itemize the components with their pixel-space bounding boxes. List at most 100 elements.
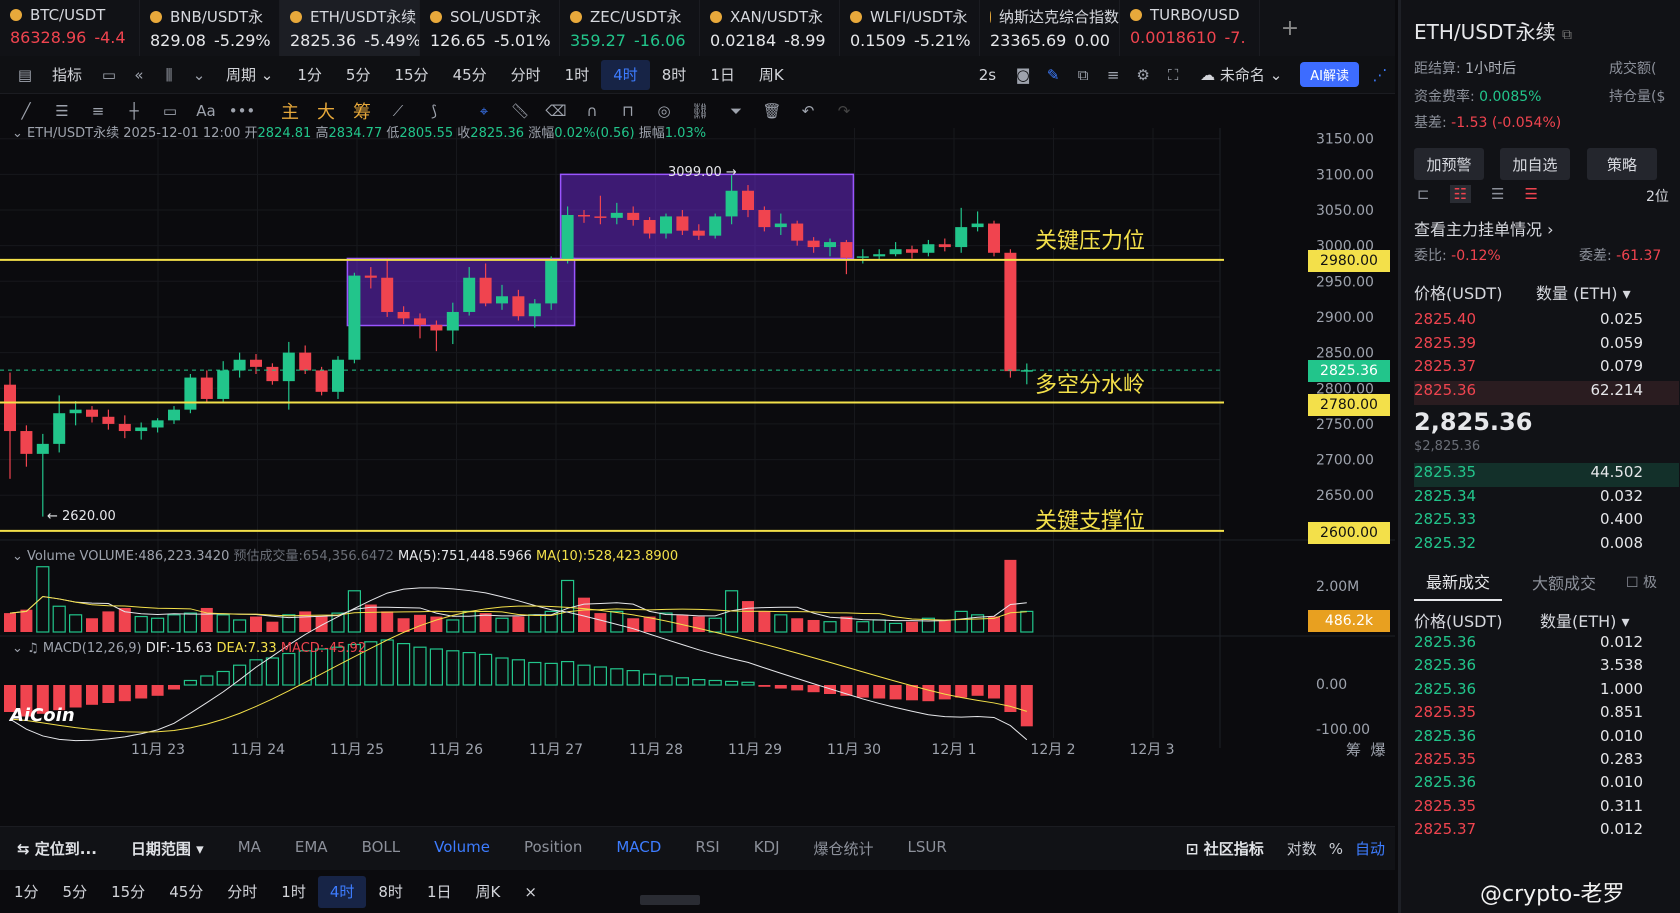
undo-icon[interactable]: ↶	[790, 96, 826, 126]
ticker-tab[interactable]: SOL/USDT永 126.65 -5.01%	[420, 0, 560, 56]
interval-4[interactable]: 分时	[499, 60, 553, 90]
bottom-interval-3[interactable]: 45分	[157, 876, 215, 908]
orderbook-view-icon-3[interactable]: ☰	[1491, 185, 1504, 203]
period-dropdown[interactable]: 周期 ⌄	[214, 60, 285, 90]
indicator-tab-8[interactable]: 爆仓统计	[797, 838, 891, 859]
depth-precision[interactable]: 2位	[1646, 186, 1669, 206]
bottom-interval-9[interactable]: 周K	[463, 876, 512, 908]
ticker-tab[interactable]: ETH/USDT永续 2825.36 -5.49%	[280, 0, 420, 56]
ticker-tab[interactable]: TURBO/USD 0.0018610 -7.	[1120, 0, 1260, 56]
bid-row[interactable]: 2825.35 44.502	[1414, 463, 1679, 487]
rewind-icon[interactable]: «	[124, 60, 154, 90]
main-label[interactable]: 主	[272, 98, 308, 124]
ticker-tab[interactable]: 纳斯达克综合指数 23365.69 0.00	[980, 0, 1120, 56]
add-tab-icon[interactable]: +	[1260, 0, 1320, 56]
refresh-rate[interactable]: 2s	[967, 60, 1008, 90]
indicator-tab-1[interactable]: EMA	[278, 838, 345, 859]
copy-icon[interactable]: ⧉	[1068, 60, 1098, 90]
bottom-interval-2[interactable]: 15分	[99, 876, 157, 908]
indicator-icon[interactable]: ▤	[10, 60, 40, 90]
redo-icon[interactable]: ↷	[826, 96, 862, 126]
orderbook-view-icon-4[interactable]: ☰	[1524, 185, 1537, 203]
ask-row[interactable]: 2825.40 0.025	[1414, 310, 1679, 334]
bid-row[interactable]: 2825.32 0.008	[1414, 534, 1679, 558]
interval-9[interactable]: 周K	[747, 60, 796, 90]
indicator-tab-4[interactable]: Position	[507, 838, 599, 859]
fullscreen-icon[interactable]: ⛶	[1158, 60, 1188, 90]
locate-button[interactable]: ⇆ 定位到...	[0, 838, 114, 859]
big-label[interactable]: 大	[308, 98, 344, 124]
bid-row[interactable]: 2825.34 0.032	[1414, 487, 1679, 511]
percent-toggle[interactable]: %	[1323, 840, 1349, 858]
orderbook-qty-header[interactable]: 数量 (ETH) ▾	[1536, 280, 1631, 304]
interval-7[interactable]: 8时	[650, 60, 699, 90]
bell-icon[interactable]: ♫	[27, 641, 39, 656]
community-indicator-button[interactable]: ⊡ 社区指标	[1169, 838, 1281, 859]
orderbook-view-icon-1[interactable]: ⊏	[1417, 185, 1430, 203]
ask-row[interactable]: 2825.36 62.214	[1414, 380, 1679, 405]
bottom-interval-4[interactable]: 分时	[215, 876, 269, 908]
layout-dropdown[interactable]: ☁ 未命名 ⌄	[1188, 60, 1294, 90]
interval-6[interactable]: 4时	[601, 59, 650, 90]
ticker-tab[interactable]: ZEC/USDT永 359.27 -16.06	[560, 0, 700, 56]
orderbook-view-icon-2[interactable]: ☷	[1449, 185, 1472, 203]
ask-row[interactable]: 2825.39 0.059	[1414, 334, 1679, 358]
collapse-icon[interactable]: ⌄	[12, 549, 23, 564]
trash-icon[interactable]: 🗑︎	[754, 96, 790, 126]
bid-row[interactable]: 2825.33 0.400	[1414, 510, 1679, 534]
bottom-interval-6[interactable]: 4时	[317, 875, 367, 908]
bottom-interval-8[interactable]: 1日	[415, 876, 464, 908]
candle-type-icon[interactable]: ⫼	[154, 60, 184, 90]
copy-icon[interactable]: ⧉	[1562, 27, 1572, 43]
camera-icon[interactable]: ◙	[1008, 60, 1038, 90]
bottom-interval-1[interactable]: 5分	[51, 876, 100, 908]
interval-5[interactable]: 1时	[553, 60, 602, 90]
ticker-tab[interactable]: BTC/USDT 86328.96 -4.4	[0, 0, 140, 56]
ticker-tab[interactable]: XAN/USDT永 0.02184 -8.99	[700, 0, 840, 56]
indicator-tab-6[interactable]: RSI	[678, 838, 736, 859]
filter-icon[interactable]: ⏷	[718, 96, 754, 126]
interval-1[interactable]: 5分	[334, 60, 383, 90]
big-trades-tab[interactable]: 大额成交	[1520, 564, 1608, 600]
chip-label[interactable]: 筹	[344, 98, 380, 124]
indicator-tab-0[interactable]: MA	[221, 838, 278, 859]
collapse-icon[interactable]: ⌄	[12, 641, 23, 656]
calendar-icon[interactable]: ▭	[94, 60, 124, 90]
interval-0[interactable]: 1分	[285, 60, 334, 90]
log-toggle[interactable]: 对数	[1281, 838, 1323, 859]
panel-drag-handle[interactable]	[640, 895, 700, 905]
chart-area[interactable]: 3150.00 3100.00 3050.00 3000.00 2950.00 2900.…	[0, 126, 1395, 826]
indicator-tab-9[interactable]: LSUR	[891, 838, 964, 859]
add-alert-button[interactable]: 加预警	[1414, 148, 1484, 180]
interval-3[interactable]: 45分	[441, 60, 499, 90]
date-range-dropdown[interactable]: 日期范围 ▾	[114, 838, 221, 859]
extreme-checkbox[interactable]: ☐ 极	[1626, 572, 1657, 592]
ticker-tab[interactable]: WLFI/USDT永 0.1509 -5.21%	[840, 0, 980, 56]
close-icon[interactable]: ×	[512, 876, 549, 908]
indicator-tab-7[interactable]: KDJ	[737, 838, 797, 859]
main-orders-link[interactable]: 查看主力挂单情况 ›	[1414, 216, 1554, 240]
indicator-tab-5[interactable]: MACD	[599, 838, 678, 859]
strategy-button[interactable]: 策略	[1587, 148, 1657, 180]
ai-explain-button[interactable]: AI解读	[1300, 62, 1359, 87]
chevron-down-icon[interactable]: ⌄	[184, 60, 214, 90]
indicator-tab-3[interactable]: Volume	[417, 838, 507, 859]
indicator-button[interactable]: 指标	[40, 60, 94, 90]
list-icon[interactable]: ≡	[1098, 60, 1128, 90]
pencil-icon[interactable]: ✎	[1038, 60, 1068, 90]
interval-8[interactable]: 1日	[698, 60, 747, 90]
auto-toggle[interactable]: 自动	[1349, 838, 1395, 859]
bottom-interval-5[interactable]: 1时	[269, 876, 318, 908]
interval-2[interactable]: 15分	[382, 60, 440, 90]
bottom-interval-7[interactable]: 8时	[366, 876, 415, 908]
share-icon[interactable]: ⋰	[1365, 60, 1395, 90]
indicator-tab-2[interactable]: BOLL	[345, 838, 418, 859]
settings-icon[interactable]: ⚙	[1128, 60, 1158, 90]
add-watchlist-button[interactable]: 加自选	[1500, 148, 1570, 180]
trades-qty-header[interactable]: 数量(ETH) ▾	[1540, 608, 1630, 632]
candlestick-chart[interactable]: 3150.003100.003050.003000.002950.002900.…	[0, 128, 1395, 826]
latest-trades-tab[interactable]: 最新成交	[1414, 563, 1503, 601]
ask-row[interactable]: 2825.37 0.079	[1414, 357, 1679, 381]
bottom-interval-0[interactable]: 1分	[2, 876, 51, 908]
ticker-tab[interactable]: BNB/USDT永 829.08 -5.29%	[140, 0, 280, 56]
